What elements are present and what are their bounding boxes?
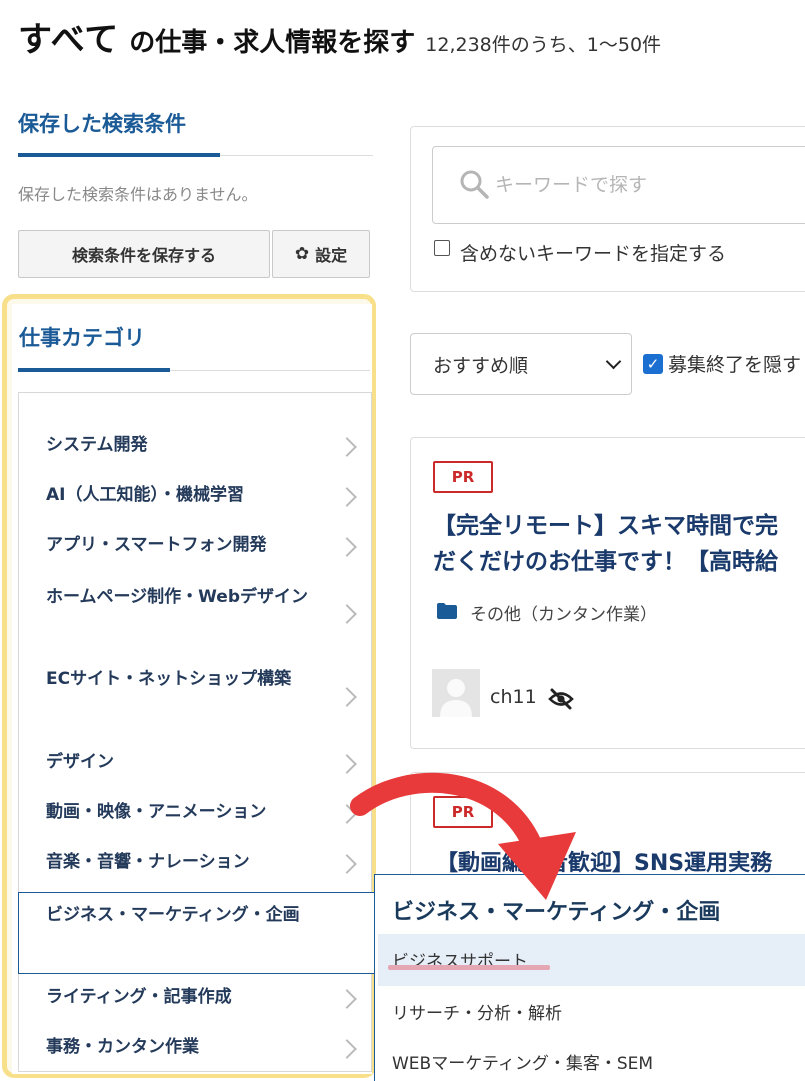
job-title-line: だくだけのお仕事です！【高時給 [433, 549, 778, 575]
category-item[interactable]: システム開発 [46, 428, 316, 462]
category-item[interactable]: ホームページ制作・Webデザイン [46, 580, 311, 614]
saved-search-title: 保存した検索条件 [18, 112, 186, 136]
category-item[interactable]: 事務・カンタン作業 [46, 1030, 316, 1064]
category-all-label: すべて [18, 20, 120, 60]
job-title-line: 【完全リモート】スキマ時間で完 [433, 513, 778, 539]
category-item[interactable]: 音楽・音響・ナレーション [46, 845, 316, 879]
job-category-link[interactable]: その他（カンタン作業） [470, 600, 657, 625]
category-item[interactable]: ライティング・記事作成 [46, 980, 316, 1014]
annotation-arrow [350, 772, 576, 900]
avatar[interactable] [432, 669, 480, 717]
settings-button[interactable]: ✿ 設定 [272, 230, 370, 278]
pr-badge: PR [433, 461, 493, 493]
user-name[interactable]: ch11 [490, 686, 537, 708]
search-icon [460, 170, 489, 199]
job-title[interactable]: 【完全リモート】スキマ時間で完 だくだけのお仕事です！【高時給 [433, 508, 805, 580]
highlight-underline [388, 965, 550, 970]
category-item[interactable]: 動画・映像・アニメーション [46, 795, 316, 829]
category-item[interactable]: AI（人工知能）・機械学習 [46, 478, 316, 512]
sort-selected-value: おすすめ順 [433, 354, 529, 377]
submenu-item[interactable]: WEBマーケティング・集客・SEM [392, 1049, 653, 1074]
save-search-button[interactable]: 検索条件を保存する [18, 230, 270, 278]
gear-icon: ✿ [294, 244, 310, 264]
settings-button-label: 設定 [315, 246, 348, 265]
category-underline [18, 368, 170, 372]
saved-search-empty-text: 保存した検索条件はありません。 [18, 185, 258, 204]
exclude-keyword-label[interactable]: 含めないキーワードを指定する [460, 239, 726, 266]
save-search-button-label: 検索条件を保存する [71, 246, 216, 265]
result-count: 12,238件のうち、1〜50件 [425, 34, 662, 56]
eye-off-icon [548, 688, 574, 710]
submenu-item[interactable]: リサーチ・分析・解析 [392, 999, 562, 1024]
category-item-active-label[interactable]: ビジネス・マーケティング・企画 [46, 898, 326, 932]
exclude-keyword-checkbox[interactable] [434, 240, 450, 256]
hide-closed-checkbox[interactable]: ✓ [643, 354, 663, 374]
category-item[interactable]: ECサイト・ネットショップ構築 [46, 662, 311, 696]
saved-search-underline [18, 153, 220, 157]
category-item[interactable]: アプリ・スマートフォン開発 [46, 528, 316, 562]
sort-select[interactable]: おすすめ順 [410, 333, 632, 395]
category-title: 仕事カテゴリ [19, 326, 145, 350]
hide-closed-label[interactable]: 募集終了を隠す [668, 350, 801, 377]
page-header: すべて の仕事・求人情報を探す 12,238件のうち、1〜50件 [18, 12, 661, 61]
page-title: の仕事・求人情報を探す [129, 28, 416, 58]
folder-icon [437, 603, 457, 619]
category-item[interactable]: デザイン [46, 745, 316, 779]
